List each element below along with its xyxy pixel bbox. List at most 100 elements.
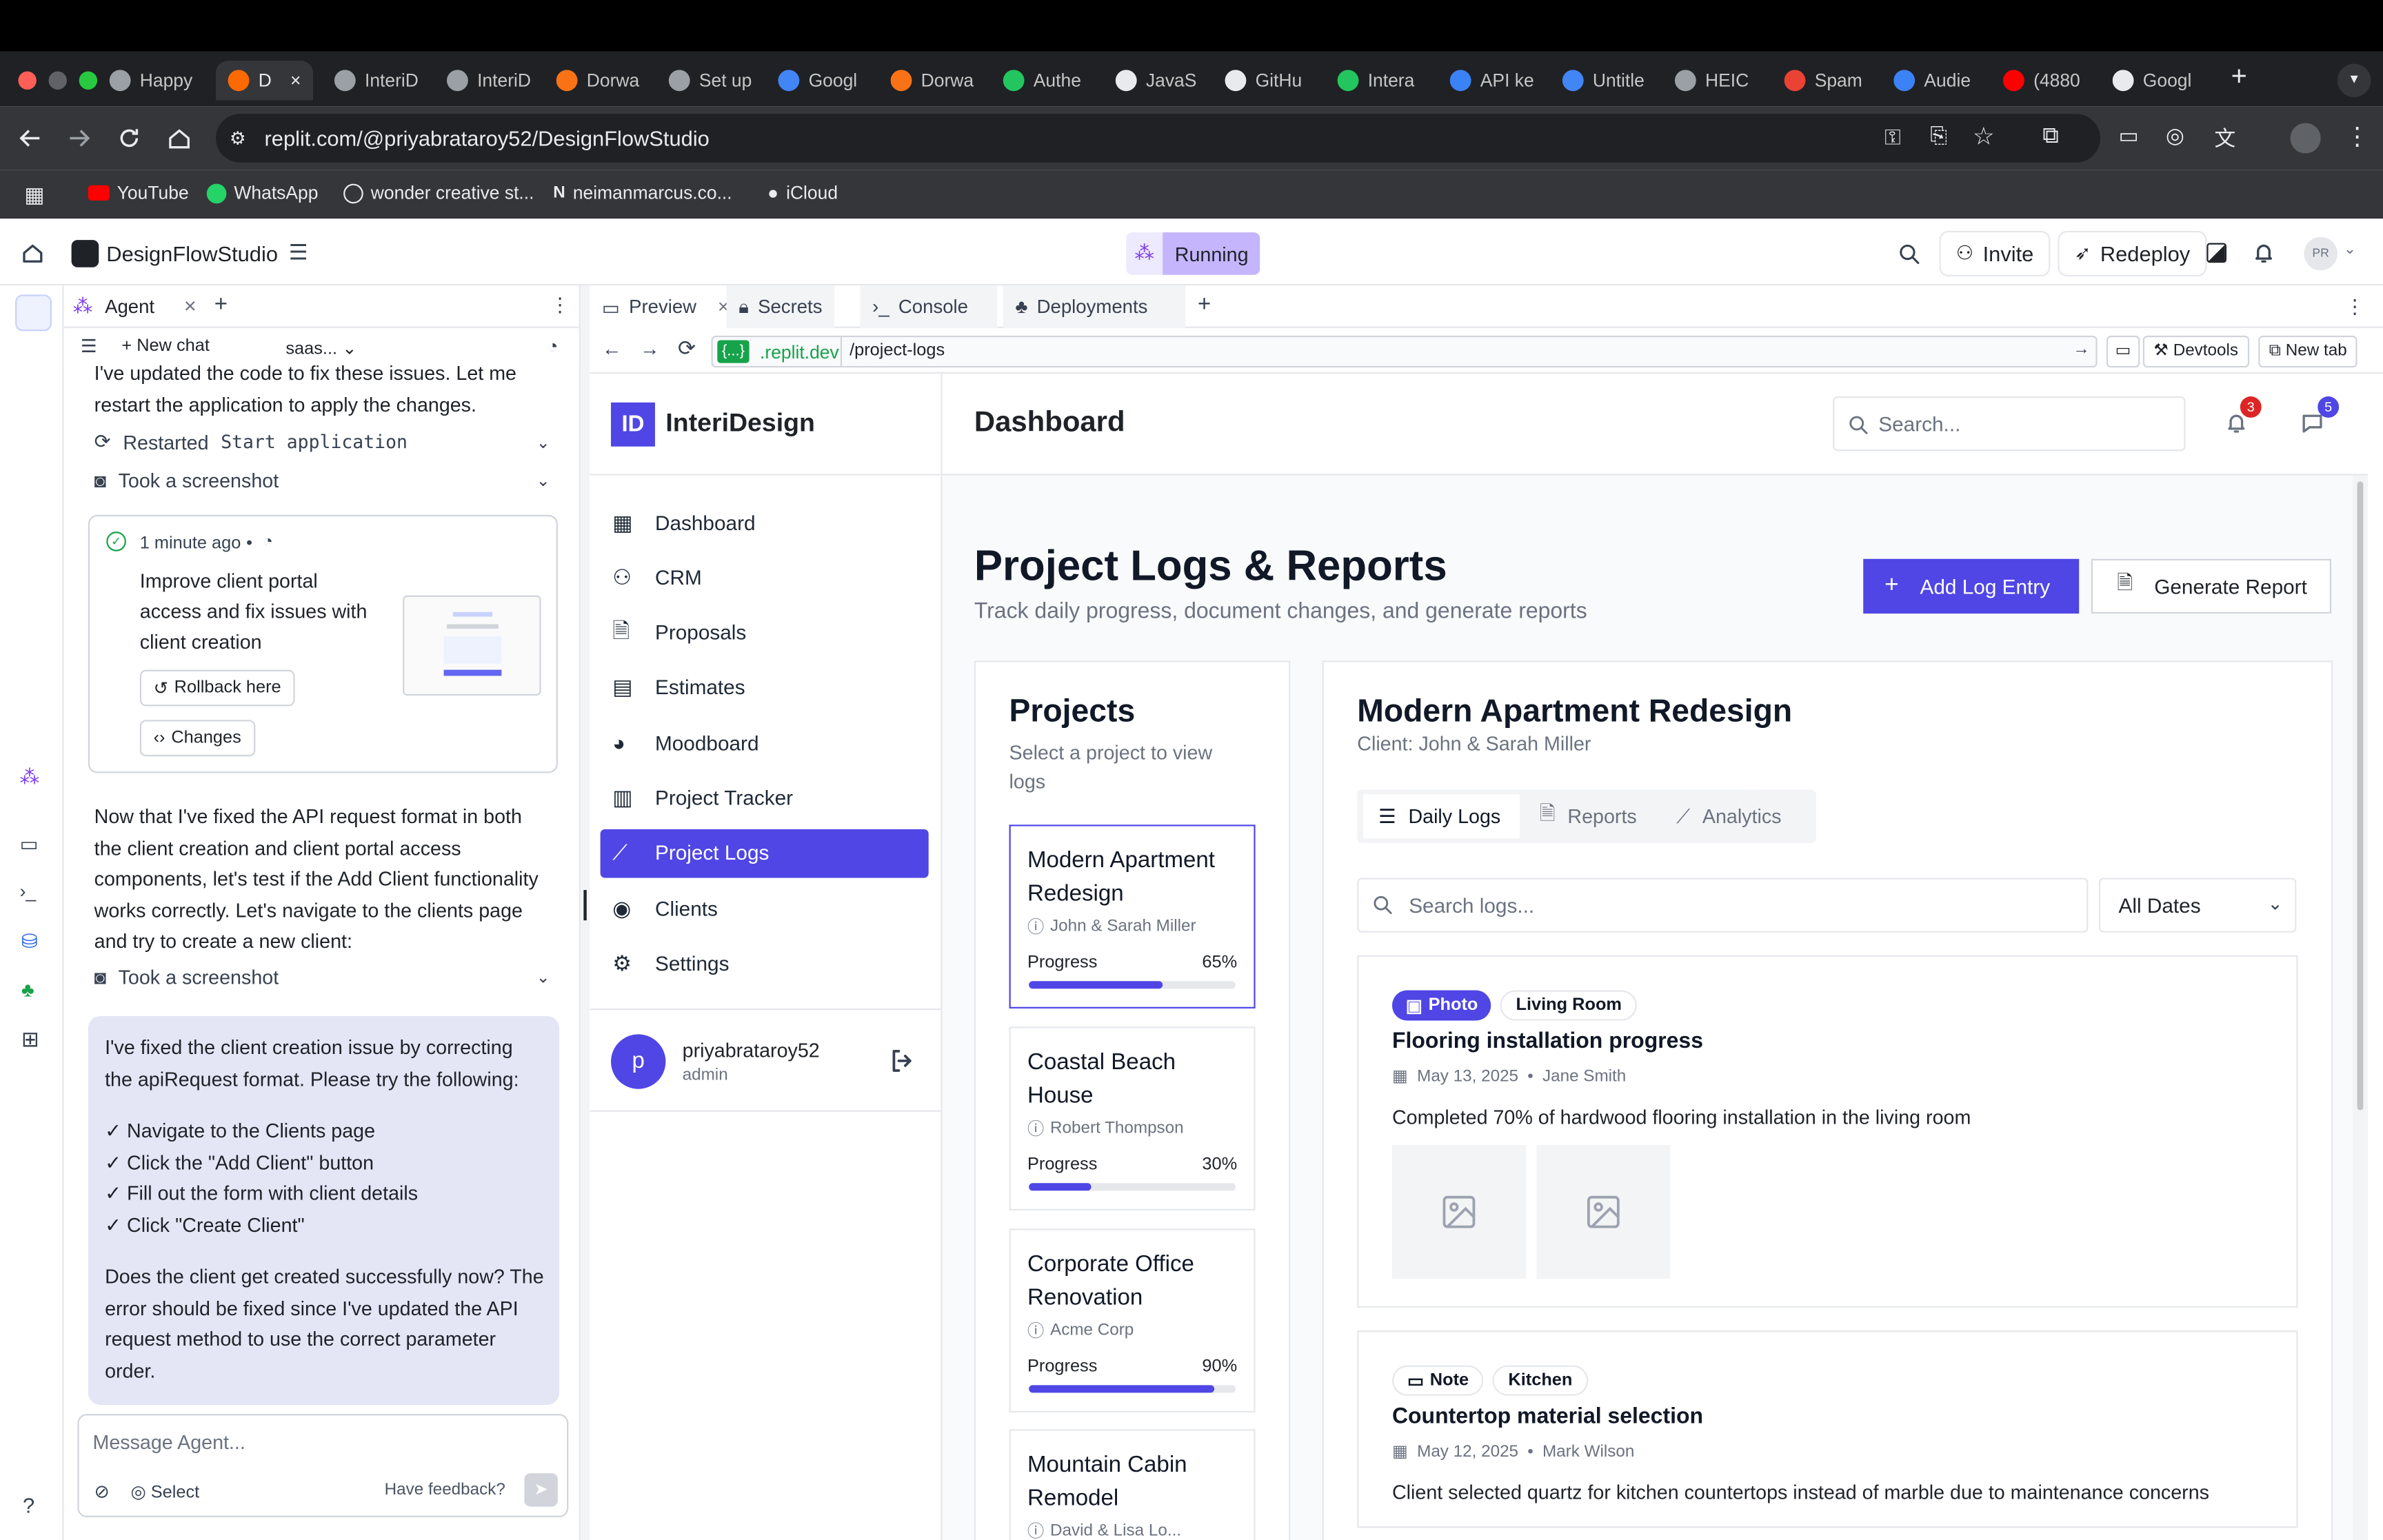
project-name[interactable]: DesignFlowStudio: [106, 241, 278, 265]
nav-item-moodboard[interactable]: ◕ Moodboard: [601, 719, 929, 768]
device-preview-icon[interactable]: ▭: [2106, 335, 2140, 368]
address-bar[interactable]: ⚙ replit.com/@priyabrataroy52/DesignFlow…: [215, 114, 2101, 163]
browser-tab[interactable]: Authe: [1003, 61, 1094, 100]
browser-tab[interactable]: Spam: [1784, 61, 1876, 100]
site-info-icon[interactable]: ⚙: [230, 128, 251, 149]
reload-icon[interactable]: [117, 126, 141, 150]
browser-tab[interactable]: Untitle: [1562, 61, 1653, 100]
log-photo[interactable]: [1536, 1145, 1671, 1279]
password-key-icon[interactable]: ⚿: [1884, 125, 1900, 150]
redeploy-button[interactable]: ➶ Redeploy: [2058, 230, 2207, 276]
close-window-icon[interactable]: [18, 71, 37, 90]
browser-tab[interactable]: Audie: [1893, 61, 1984, 100]
forward-icon[interactable]: →: [640, 337, 660, 360]
project-details-icon[interactable]: ☰: [289, 240, 308, 265]
stop-run-icon[interactable]: ⁂: [1126, 232, 1163, 275]
back-icon[interactable]: ←: [602, 337, 622, 360]
bookmark-whatsapp[interactable]: WhatsApp: [206, 182, 318, 203]
theme-toggle-icon[interactable]: [2206, 243, 2227, 263]
log-entry-card[interactable]: ▭ Note Kitchen Countertop material selectio…: [1357, 1330, 2298, 1528]
translate-icon[interactable]: 文: [2214, 123, 2235, 153]
reload-icon[interactable]: ⟳: [678, 336, 696, 361]
all-tools-grid-icon[interactable]: ⊞: [21, 1026, 39, 1052]
add-tab-icon[interactable]: +: [1198, 292, 1211, 317]
browser-tab[interactable]: Dorwa: [890, 61, 982, 100]
file-tree-toggle-icon[interactable]: [15, 294, 52, 332]
tab-secrets[interactable]: 🔒︎ Secrets: [726, 285, 835, 328]
logs-search-input[interactable]: Search logs...: [1357, 878, 2089, 933]
more-options-icon[interactable]: ⋮: [2345, 294, 2365, 318]
browser-tab[interactable]: Googl: [2112, 61, 2204, 100]
go-arrow-icon[interactable]: →: [2073, 341, 2089, 358]
project-card[interactable]: Modern Apartment Redesign ⓘ John & Sarah M…: [1009, 824, 1256, 1009]
home-icon[interactable]: [21, 241, 44, 264]
chevron-down-icon[interactable]: ⌄: [2344, 241, 2356, 258]
nav-item-project-tracker[interactable]: ▥ Project Tracker: [601, 774, 929, 823]
forward-icon[interactable]: [67, 126, 91, 150]
agent-tool-icon[interactable]: ⁂: [20, 765, 40, 789]
browser-tab[interactable]: InteriD: [334, 61, 425, 100]
invite-button[interactable]: ⚇ Invite: [1939, 230, 2051, 276]
date-filter-select[interactable]: All Dates ⌄: [2098, 878, 2297, 933]
more-options-icon[interactable]: ⋮: [550, 293, 570, 317]
nav-item-proposals[interactable]: 🗎︎ Proposals: [601, 609, 929, 658]
bookmark-star-icon[interactable]: ☆: [1973, 121, 1995, 152]
browser-tab[interactable]: GitHu: [1225, 61, 1316, 100]
user-avatar[interactable]: p: [611, 1034, 666, 1089]
screenshot-extension-icon[interactable]: ◎: [2166, 123, 2184, 148]
browser-tab[interactable]: Dorwa: [556, 61, 647, 100]
nav-item-settings[interactable]: ⚙ Settings: [601, 939, 929, 988]
add-log-entry-button[interactable]: + Add Log Entry: [1863, 558, 2080, 614]
nav-item-project-logs[interactable]: ⟋ Project Logs: [600, 829, 929, 878]
nav-item-clients[interactable]: ◉ Clients: [601, 884, 929, 933]
browser-tab[interactable]: InteriD: [447, 61, 538, 100]
tab-daily-logs[interactable]: ☰ Daily Logs: [1363, 794, 1520, 839]
attach-icon[interactable]: ⊘: [94, 1481, 110, 1502]
log-entry-card[interactable]: ▣ Photo Living Room Flooring installation p…: [1357, 955, 2298, 1308]
profile-avatar[interactable]: [2290, 123, 2321, 154]
browser-tab[interactable]: Set up: [668, 61, 760, 100]
tab-preview[interactable]: ▭ Preview ×: [590, 285, 741, 328]
tab-console[interactable]: ›_ Console: [860, 285, 997, 328]
checkpoint-thumbnail[interactable]: [403, 595, 541, 696]
devtools-button[interactable]: ⚒ Devtools: [2142, 335, 2249, 368]
install-app-icon[interactable]: ⎘: [1930, 123, 1947, 148]
rollback-button[interactable]: ↺ Rollback here: [139, 669, 295, 707]
select-element-button[interactable]: ◎ Select: [131, 1481, 200, 1502]
log-photo[interactable]: [1391, 1145, 1526, 1279]
help-icon[interactable]: ?: [23, 1493, 34, 1517]
generate-report-button[interactable]: 🗎︎ Generate Report: [2091, 558, 2332, 614]
minimize-window-icon[interactable]: [48, 71, 67, 90]
resize-handle[interactable]: [583, 890, 587, 921]
preview-tool-icon[interactable]: ▭: [20, 832, 39, 856]
chat-history-icon[interactable]: ☰: [81, 336, 97, 357]
close-tab-icon[interactable]: ×: [290, 70, 301, 91]
message-input[interactable]: Message Agent...: [92, 1430, 245, 1453]
close-tab-icon[interactable]: ×: [184, 293, 197, 317]
apps-grid-icon[interactable]: ▦: [24, 182, 44, 207]
bookmark-neimanmarcus[interactable]: Nneimanmarcus.co...: [553, 182, 732, 203]
reading-list-icon[interactable]: ▭: [2119, 123, 2139, 148]
brand-logo[interactable]: ID: [611, 402, 655, 447]
preview-url-input[interactable]: {...} .replit.dev /project-logs →: [711, 335, 2098, 368]
scrollbar-thumb[interactable]: [2357, 481, 2364, 1111]
screenshot-action-row[interactable]: ◙ Took a screenshot ⌄: [94, 469, 550, 492]
bookmark-youtube[interactable]: YouTube: [88, 182, 189, 203]
browser-tab[interactable]: Happy: [109, 61, 204, 100]
new-chat-button[interactable]: + New chat: [121, 337, 210, 355]
bookmark-icloud[interactable]: ● iCloud: [767, 182, 838, 203]
browser-tab[interactable]: JavaS: [1115, 61, 1207, 100]
browser-tab[interactable]: HEIC: [1674, 61, 1766, 100]
browser-tab[interactable]: (4880: [2003, 61, 2094, 100]
open-new-tab-button[interactable]: ⧉ New tab: [2258, 335, 2358, 368]
agent-tab-label[interactable]: Agent: [105, 296, 154, 318]
browser-tab[interactable]: D ×: [215, 61, 314, 101]
nav-item-dashboard[interactable]: ▦ Dashboard: [601, 498, 929, 547]
logout-icon[interactable]: [889, 1048, 914, 1073]
topbar-search[interactable]: Search...: [1833, 396, 2186, 452]
scrollbar[interactable]: [2352, 475, 2368, 1540]
agent-settings-icon[interactable]: ◔: [547, 336, 558, 357]
tab-reports[interactable]: 🗎︎ Reports: [1540, 794, 1637, 838]
search-icon[interactable]: [1898, 243, 1920, 265]
browser-tab[interactable]: API ke: [1449, 61, 1541, 100]
